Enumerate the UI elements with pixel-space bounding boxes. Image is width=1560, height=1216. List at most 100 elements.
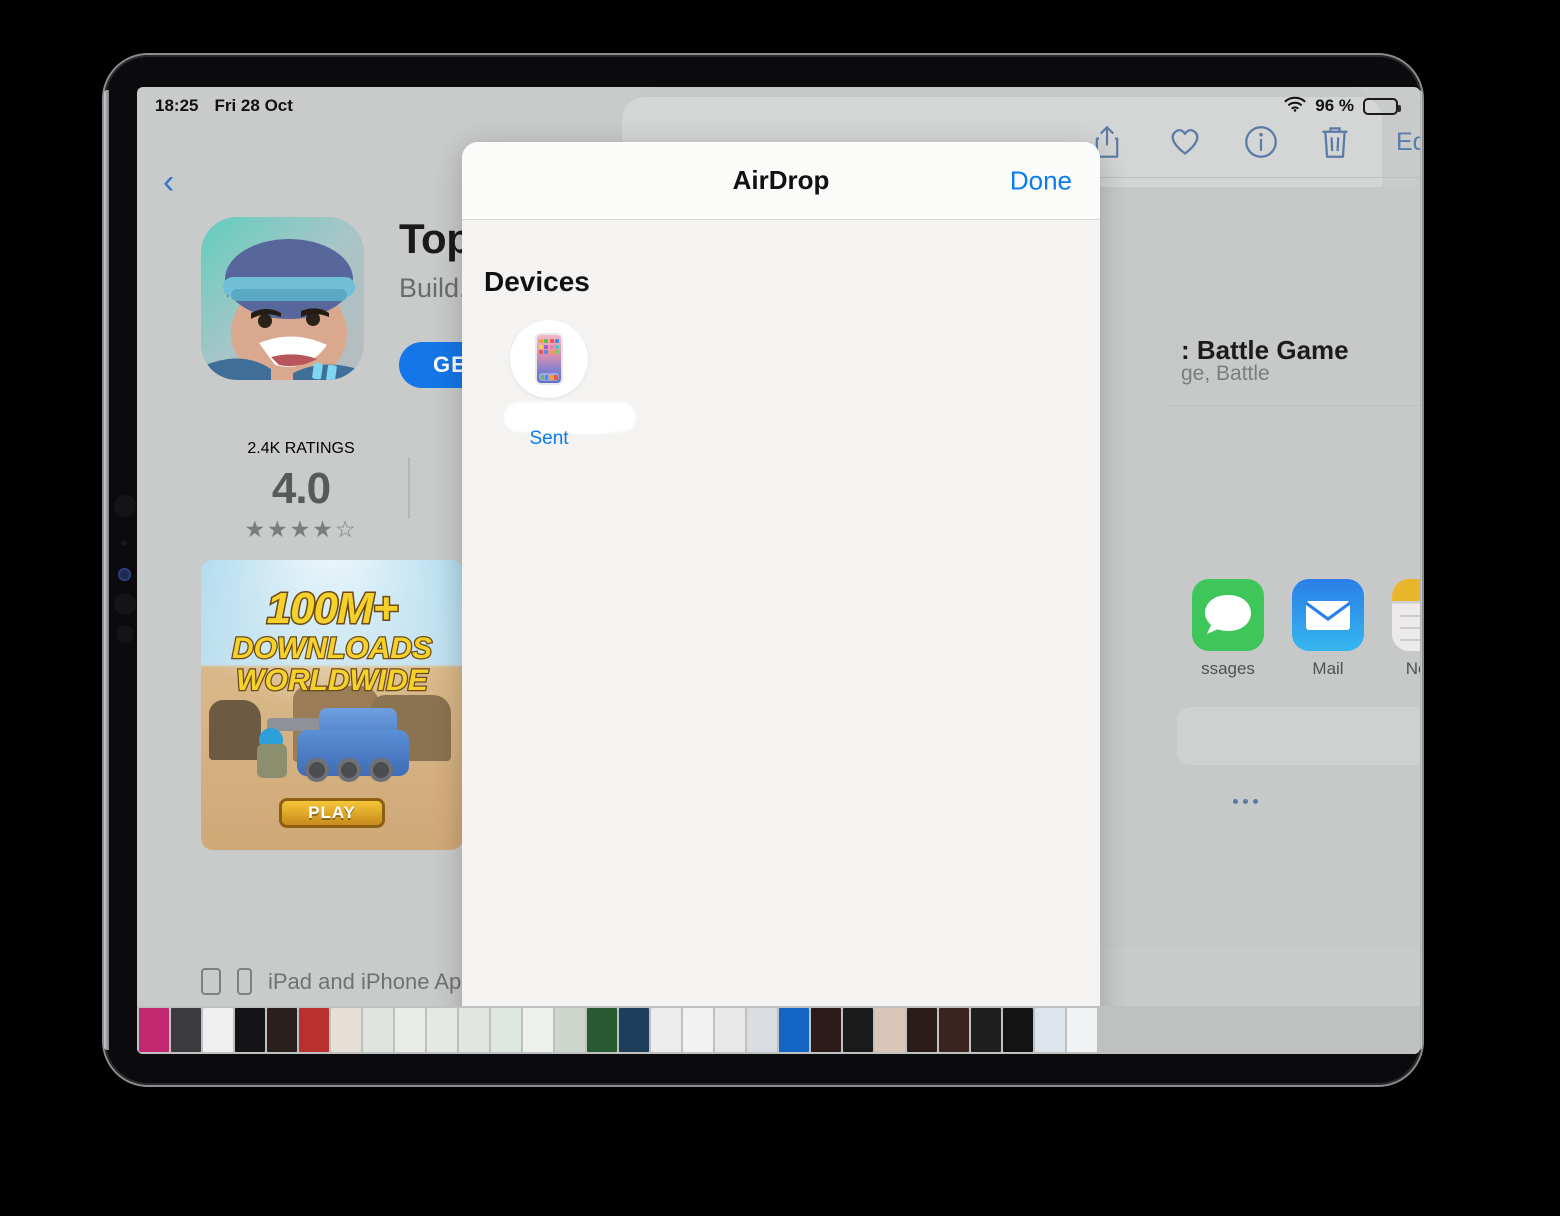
share-app-notes[interactable]: Notes — [1392, 579, 1420, 679]
iphone-dock — [539, 373, 559, 381]
screenshot-filmstrip[interactable] — [137, 1006, 1420, 1054]
status-date: Fri 28 Oct — [214, 96, 292, 116]
filmstrip-thumbnail[interactable] — [619, 1008, 649, 1052]
status-bar: 18:25 Fri 28 Oct 96 % — [137, 87, 1420, 125]
ratings-count: 2.4K RATINGS — [201, 440, 401, 458]
bezel-camera-icon — [118, 568, 131, 581]
airdrop-modal-header: AirDrop Done — [462, 142, 1100, 220]
bezel-sensor-4 — [116, 625, 134, 643]
battery-percent: 96 % — [1315, 96, 1354, 116]
status-time: 18:25 — [155, 96, 198, 116]
mail-icon — [1292, 579, 1364, 651]
status-bar-left: 18:25 Fri 28 Oct — [155, 96, 293, 116]
filmstrip-thumbnail[interactable] — [235, 1008, 265, 1052]
ratings-value: 4.0 — [201, 464, 401, 514]
filmstrip-thumbnail[interactable] — [171, 1008, 201, 1052]
filmstrip-thumbnail[interactable] — [139, 1008, 169, 1052]
edit-button[interactable]: Edit — [1396, 128, 1420, 157]
share-app-mail[interactable]: Mail — [1292, 579, 1364, 679]
filmstrip-thumbnail[interactable] — [395, 1008, 425, 1052]
compat-label: iPad and iPhone Apps — [268, 969, 485, 995]
filmstrip-thumbnail[interactable] — [587, 1008, 617, 1052]
share-app-label: Mail — [1292, 659, 1364, 679]
promo-banner[interactable]: 100M+ DOWNLOADS WORLDWIDE PLAY — [201, 560, 463, 850]
status-bar-right: 96 % — [1284, 96, 1398, 117]
ipad-screen: ‹ — [137, 87, 1420, 1054]
ratings-stars: ★★★★☆ — [201, 516, 401, 543]
trash-icon[interactable] — [1320, 125, 1354, 159]
share-card-divider — [1167, 405, 1420, 406]
iphone-app-grid — [539, 339, 559, 354]
device-status: Sent — [484, 428, 614, 450]
wifi-icon — [1284, 96, 1306, 117]
share-app-messages[interactable]: ssages — [1192, 579, 1264, 679]
share-toolbar: Edit — [1092, 125, 1420, 159]
filmstrip-thumbnail[interactable] — [843, 1008, 873, 1052]
filmstrip-thumbnail[interactable] — [267, 1008, 297, 1052]
copy-link-row[interactable] — [1177, 707, 1420, 765]
airdrop-device-tile[interactable]: Jt Sent — [484, 320, 614, 450]
filmstrip-thumbnail[interactable] — [811, 1008, 841, 1052]
app-icon-soldier — [201, 217, 364, 380]
promo-headline-1: 100M+ — [201, 584, 463, 634]
filmstrip-thumbnail[interactable] — [651, 1008, 681, 1052]
messages-icon — [1192, 579, 1264, 651]
back-chevron-icon[interactable]: ‹ — [163, 165, 174, 199]
airdrop-modal: AirDrop Done Devices — [462, 142, 1100, 1054]
app-subtitle: Build, — [399, 273, 467, 304]
share-apps-row: ssages Mail — [1192, 579, 1420, 679]
promo-tank-wheel — [305, 758, 329, 782]
ratings-block: 2.4K RATINGS 4.0 ★★★★☆ — [201, 440, 401, 543]
filmstrip-thumbnail[interactable] — [203, 1008, 233, 1052]
filmstrip-thumbnail[interactable] — [1003, 1008, 1033, 1052]
filmstrip-thumbnail[interactable] — [1067, 1008, 1097, 1052]
battery-icon — [1363, 98, 1398, 115]
filmstrip-thumbnail[interactable] — [939, 1008, 969, 1052]
iphone-icon — [535, 333, 563, 385]
filmstrip-thumbnail[interactable] — [1035, 1008, 1065, 1052]
share-app-label: ssages — [1192, 659, 1264, 679]
ipad-icon — [201, 968, 221, 995]
filmstrip-thumbnail[interactable] — [779, 1008, 809, 1052]
device-edge-left — [104, 90, 109, 1050]
filmstrip-thumbnail[interactable] — [907, 1008, 937, 1052]
promo-headline-3: WORLDWIDE — [201, 664, 463, 698]
bezel-sensor-1 — [114, 495, 136, 517]
filmstrip-thumbnail[interactable] — [971, 1008, 1001, 1052]
promo-play-button[interactable]: PLAY — [279, 798, 385, 828]
filmstrip-thumbnail[interactable] — [555, 1008, 585, 1052]
avatar — [510, 320, 588, 398]
filmstrip-thumbnail[interactable] — [427, 1008, 457, 1052]
notes-icon — [1392, 579, 1420, 651]
filmstrip-thumbnail[interactable] — [459, 1008, 489, 1052]
filmstrip-thumbnail[interactable] — [523, 1008, 553, 1052]
filmstrip-thumbnail[interactable] — [299, 1008, 329, 1052]
app-title: Top — [399, 215, 471, 263]
filmstrip-thumbnail[interactable] — [491, 1008, 521, 1052]
heart-icon[interactable] — [1168, 125, 1202, 159]
filmstrip-thumbnail[interactable] — [875, 1008, 905, 1052]
info-icon[interactable] — [1244, 125, 1278, 159]
filmstrip-thumbnail[interactable] — [683, 1008, 713, 1052]
filmstrip-thumbnail[interactable] — [715, 1008, 745, 1052]
battery-cap — [1398, 105, 1401, 112]
promo-tank-wheel — [337, 758, 361, 782]
promo-tank-wheel — [369, 758, 393, 782]
share-item-subtitle: ge, Battle — [1181, 362, 1270, 386]
ratings-divider — [408, 457, 410, 519]
promo-soldier-body — [257, 744, 287, 778]
iphone-icon — [237, 968, 252, 995]
share-app-label: Notes — [1392, 659, 1420, 679]
filmstrip-thumbnail[interactable] — [363, 1008, 393, 1052]
filmstrip-thumbnail[interactable] — [747, 1008, 777, 1052]
devices-grid: Jt Sent — [484, 320, 1100, 450]
devices-heading: Devices — [484, 266, 1100, 298]
promo-rock-1 — [209, 700, 261, 760]
bezel-sensor-2 — [121, 540, 127, 546]
bezel-sensor-3 — [114, 593, 136, 615]
promo-headline-2: DOWNLOADS — [201, 632, 463, 666]
filmstrip-thumbnail[interactable] — [331, 1008, 361, 1052]
done-button[interactable]: Done — [1010, 165, 1072, 196]
airdrop-title: AirDrop — [733, 165, 830, 196]
more-dots-icon[interactable] — [1233, 799, 1258, 804]
